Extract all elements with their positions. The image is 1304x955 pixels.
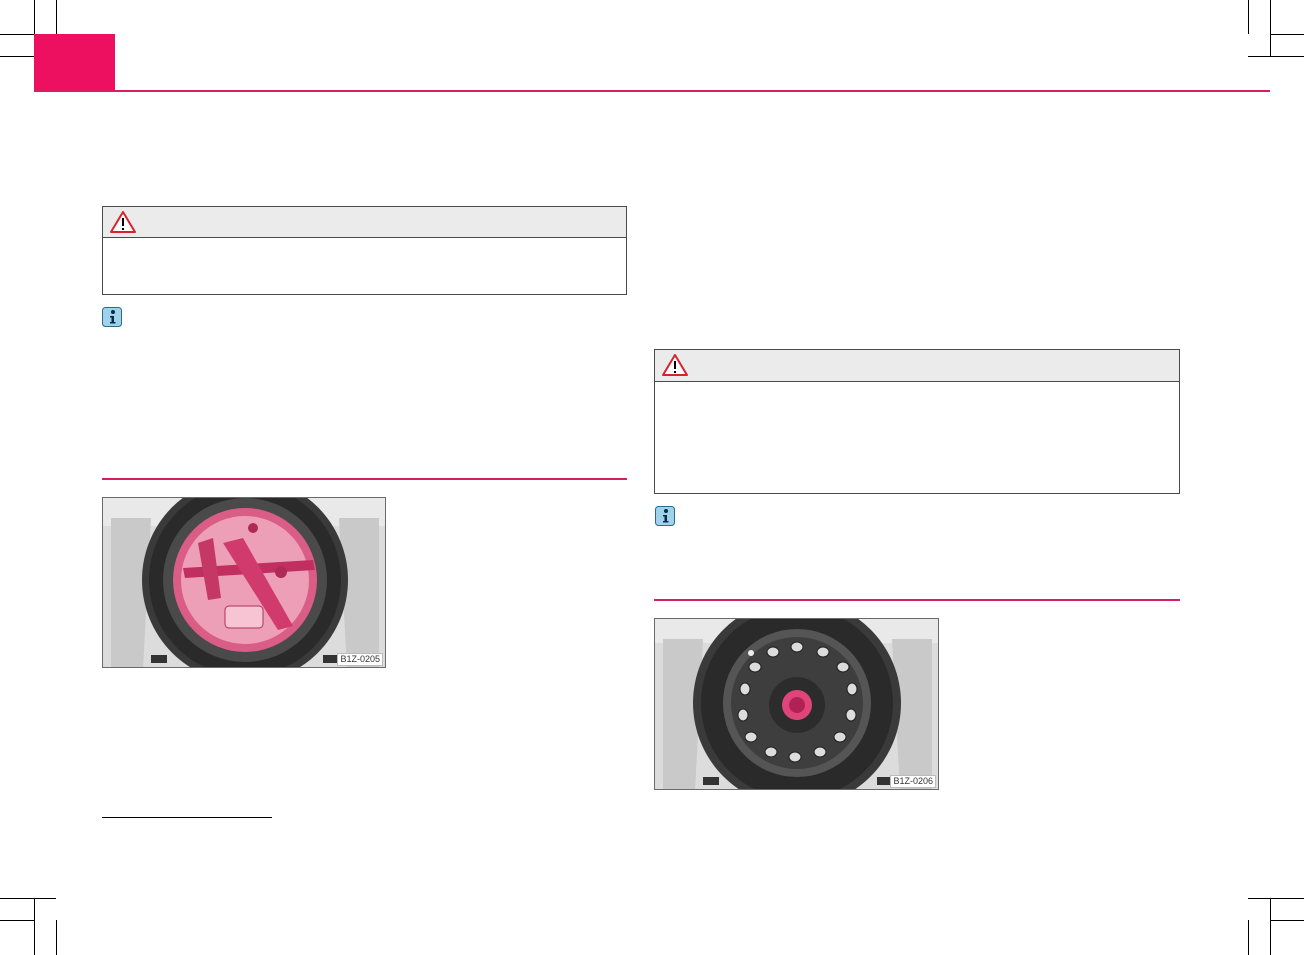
footnote-rule	[102, 817, 272, 818]
crop-mark-tr-horizontal-2	[1248, 56, 1304, 57]
info-icon	[102, 307, 122, 327]
warning-box-left	[102, 206, 627, 295]
warning-triangle-icon	[110, 211, 136, 233]
header-rule	[34, 90, 1270, 92]
crop-mark-tr-vertical-2	[1270, 0, 1271, 57]
crop-mark-tl-horizontal	[0, 34, 34, 35]
crop-mark-bl-horizontal-2	[0, 920, 34, 921]
crop-mark-tl-vertical-2	[56, 0, 57, 34]
info-icon	[655, 506, 675, 526]
crop-mark-bl-horizontal	[0, 898, 56, 899]
crop-mark-bl-vertical	[34, 898, 35, 955]
crop-mark-bl-vertical-2	[56, 920, 57, 955]
warning-box-right	[654, 349, 1180, 494]
warning-triangle-icon	[662, 354, 688, 376]
crop-mark-br-vertical-2	[1270, 898, 1271, 955]
figure-code: B1Z-0206	[890, 775, 936, 788]
chapter-tab	[34, 34, 115, 91]
crop-mark-tr-horizontal	[1270, 34, 1304, 35]
crop-mark-br-horizontal-2	[1270, 920, 1304, 921]
figure-spare-wheel-bolt: B1Z-0206	[654, 618, 939, 790]
warning-header	[655, 350, 1179, 382]
warning-header	[103, 207, 626, 238]
tool-kit-illustration	[103, 498, 385, 667]
section-rule-right	[654, 599, 1180, 601]
crop-mark-tr-vertical	[1248, 0, 1249, 34]
spare-wheel-illustration	[655, 619, 938, 789]
crop-mark-br-horizontal	[1248, 898, 1304, 899]
figure-code: B1Z-0205	[337, 653, 383, 666]
section-rule-left	[102, 478, 627, 480]
figure-tool-kit-spare-wheel: B1Z-0205	[102, 497, 386, 668]
crop-mark-br-vertical	[1248, 920, 1249, 955]
